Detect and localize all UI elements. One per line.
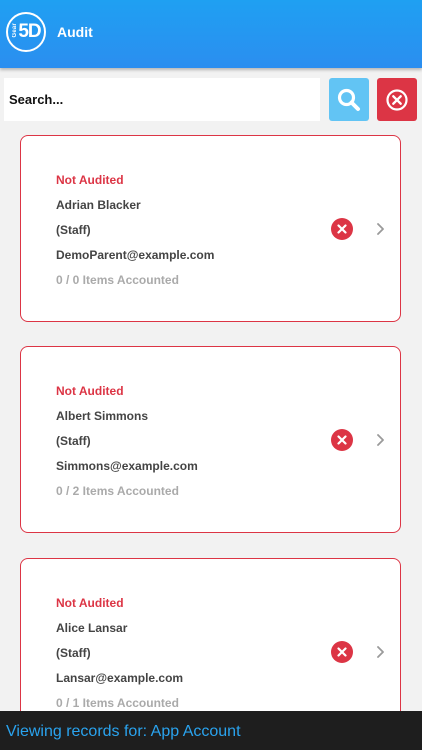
staff-email: DemoParent@example.com <box>56 248 215 262</box>
logo-main-text: 5D <box>18 21 41 42</box>
record-card[interactable]: Not Audited Albert Simmons (Staff) Simmo… <box>20 346 401 533</box>
staff-name: Albert Simmons <box>56 409 149 423</box>
close-icon <box>337 435 347 445</box>
close-circle-icon <box>386 88 408 111</box>
audit-status: Not Audited <box>56 173 124 187</box>
audit-status: Not Audited <box>56 384 124 398</box>
audit-status: Not Audited <box>56 596 124 610</box>
app-header: Gear 5D Audit <box>0 0 422 68</box>
chevron-right-icon[interactable] <box>376 645 386 659</box>
record-card[interactable]: Not Audited Adrian Blacker (Staff) DemoP… <box>20 135 401 322</box>
viewing-records-text: Viewing records for: App Account <box>6 723 241 740</box>
clear-search-button[interactable] <box>377 78 417 121</box>
account-status-bar: Viewing records for: App Account <box>0 711 422 750</box>
staff-role: (Staff) <box>56 646 91 660</box>
chevron-right-icon[interactable] <box>376 222 386 236</box>
chevron-right-icon[interactable] <box>376 433 386 447</box>
app-logo: Gear 5D <box>6 12 46 52</box>
close-icon <box>337 224 347 234</box>
staff-name: Adrian Blacker <box>56 198 141 212</box>
items-accounted: 0 / 2 Items Accounted <box>56 484 179 498</box>
staff-email: Simmons@example.com <box>56 459 198 473</box>
page-title: Audit <box>57 24 93 40</box>
staff-role: (Staff) <box>56 434 91 448</box>
staff-role: (Staff) <box>56 223 91 237</box>
staff-email: Lansar@example.com <box>56 671 184 685</box>
items-accounted: 0 / 0 Items Accounted <box>56 273 179 287</box>
not-audited-badge <box>331 218 353 240</box>
logo-small-text: Gear <box>12 23 18 38</box>
items-accounted: 0 / 1 Items Accounted <box>56 696 179 710</box>
close-icon <box>337 647 347 657</box>
not-audited-badge <box>331 429 353 451</box>
search-button[interactable] <box>329 78 369 121</box>
staff-name: Alice Lansar <box>56 621 128 635</box>
search-icon <box>337 88 360 111</box>
not-audited-badge <box>331 641 353 663</box>
search-input[interactable] <box>4 78 320 121</box>
